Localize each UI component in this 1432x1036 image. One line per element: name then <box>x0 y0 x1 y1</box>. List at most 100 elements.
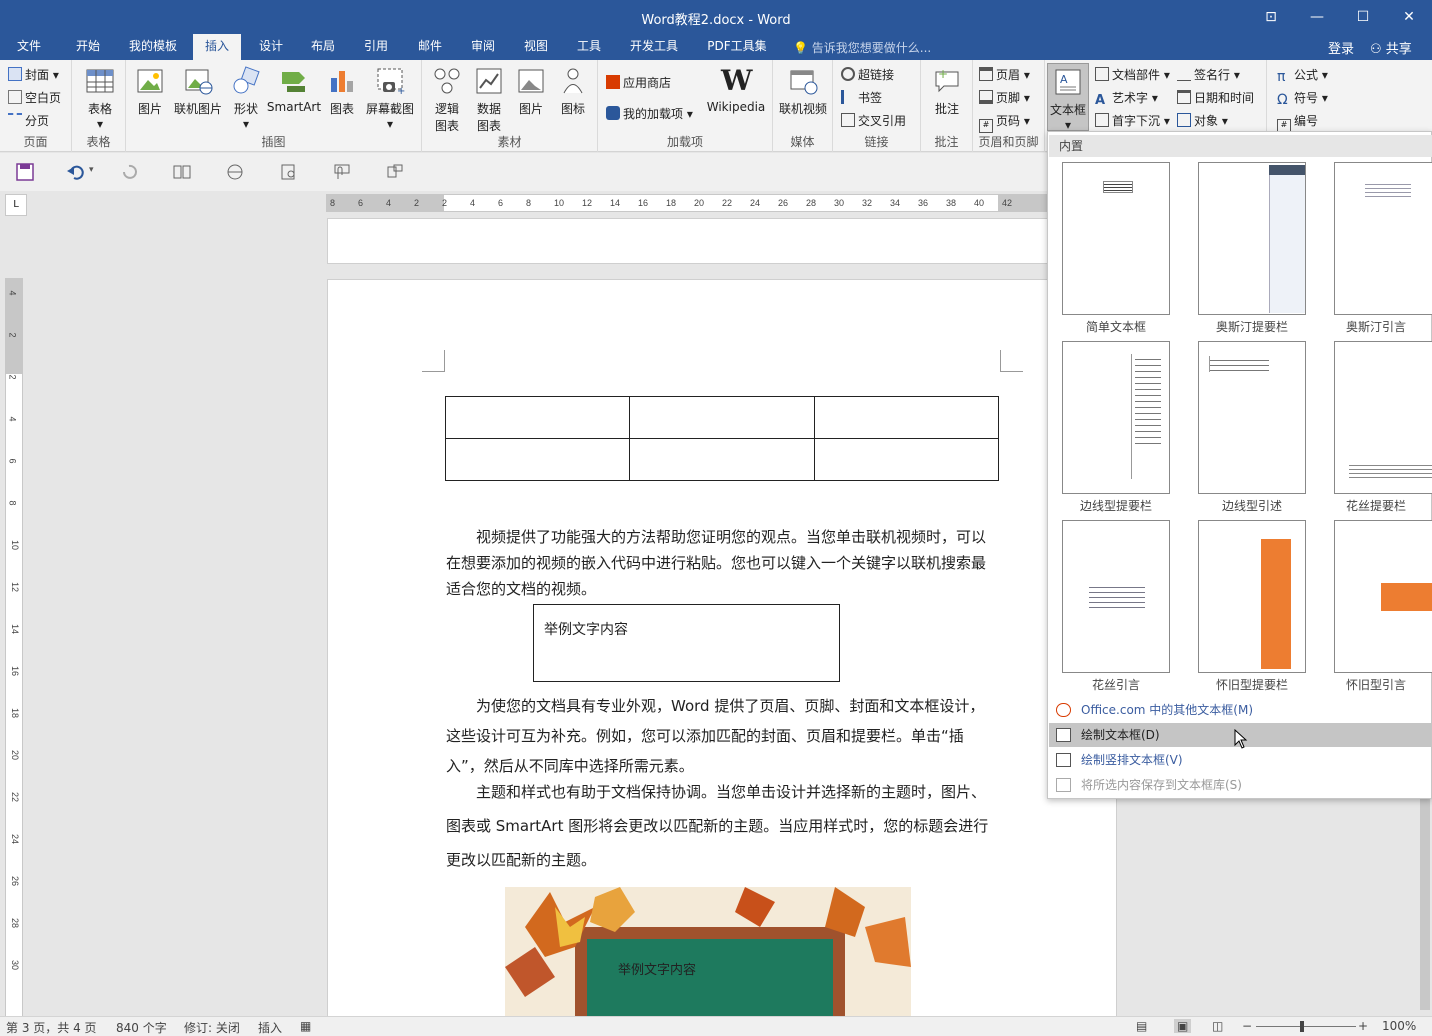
quickparts-button[interactable]: 文档部件 ▾ <box>1095 66 1170 83</box>
tab-file[interactable]: 文件 <box>6 34 52 60</box>
crossref-button[interactable]: 交叉引用 <box>841 112 906 129</box>
close-button[interactable]: ✕ <box>1386 4 1432 30</box>
paragraph-video[interactable]: 视频提供了功能强大的方法帮助您证明您的观点。当您单击联机视频时，可以在想要添加的… <box>446 524 994 602</box>
tab-developer[interactable]: 开发工具 <box>622 34 686 60</box>
gallery-item-filigree-quote[interactable] <box>1062 520 1170 673</box>
chart-button[interactable]: 图表 <box>324 66 360 117</box>
data-chart-button[interactable]: 数据图表 <box>470 66 508 134</box>
document-table[interactable] <box>444 396 1000 481</box>
table-cell[interactable] <box>444 396 631 439</box>
tab-selector[interactable]: L <box>5 194 27 216</box>
touch-mode-icon[interactable] <box>332 163 352 181</box>
gallery-item-austin-sidebar[interactable] <box>1198 162 1306 315</box>
wordart-button[interactable]: A 艺术字 ▾ <box>1095 89 1158 108</box>
word-count[interactable]: 840 个字 <box>116 1019 167 1036</box>
my-addins-button[interactable]: 我的加载项 ▾ <box>606 105 693 122</box>
insert-mode[interactable]: 插入 <box>258 1019 282 1036</box>
zoom-in-button[interactable]: + <box>1358 1019 1368 1033</box>
tab-templates[interactable]: 我的模板 <box>120 34 186 60</box>
zoom-slider-track[interactable] <box>1256 1026 1356 1027</box>
tab-pdf-tools[interactable]: PDF工具集 <box>700 34 774 60</box>
undo-icon[interactable] <box>66 163 86 181</box>
symbol-button[interactable]: Ω 符号 ▾ <box>1277 89 1328 107</box>
tab-tools[interactable]: 工具 <box>566 34 612 60</box>
track-changes-status[interactable]: 修订: 关闭 <box>184 1019 240 1036</box>
vertical-ruler[interactable] <box>5 278 23 1018</box>
page-break-button[interactable]: 分页 <box>8 112 49 129</box>
text-box[interactable]: 举例文字内容 <box>533 604 840 682</box>
logic-chart-button[interactable]: 逻辑图表 <box>428 66 466 134</box>
blank-page-button[interactable]: 空白页 <box>8 89 61 106</box>
signature-button[interactable]: 签名行 ▾ <box>1177 66 1240 83</box>
table-cell[interactable] <box>629 396 815 439</box>
paragraph-theme[interactable]: 主题和样式也有助于文档保持协调。当您单击设计并选择新的主题时，图片、图表或 Sm… <box>446 775 994 877</box>
material-picture-button[interactable]: 图片 <box>512 66 550 117</box>
table-cell[interactable] <box>629 438 815 481</box>
gallery-item-retro-quote[interactable] <box>1334 520 1432 673</box>
gallery-item-simple-textbox[interactable] <box>1062 162 1170 315</box>
autumn-leaves-picture[interactable]: 举例文字内容 <box>505 887 911 1017</box>
reading-mode-icon[interactable] <box>172 163 192 181</box>
minimize-button[interactable]: — <box>1294 4 1340 30</box>
zoom-slider-thumb[interactable] <box>1300 1021 1304 1032</box>
tab-references[interactable]: 引用 <box>353 34 399 60</box>
ribbon-display-icon[interactable]: ⊡ <box>1248 4 1294 30</box>
table-cell[interactable] <box>813 396 1000 439</box>
comment-button[interactable]: + 批注 <box>927 66 967 117</box>
save-icon[interactable] <box>15 163 35 181</box>
table-cell[interactable] <box>444 438 631 481</box>
gallery-item-filigree-sidebar[interactable] <box>1334 341 1432 494</box>
online-video-button[interactable]: 联机视频 <box>777 66 829 117</box>
share-button[interactable]: ⚇ 共享 <box>1370 38 1412 57</box>
gallery-item-retro-sidebar[interactable] <box>1198 520 1306 673</box>
print-preview-icon[interactable] <box>279 163 299 181</box>
zoom-out-button[interactable]: − <box>1242 1019 1252 1033</box>
store-button[interactable]: 应用商店 <box>606 74 671 91</box>
tab-review[interactable]: 审阅 <box>460 34 506 60</box>
tab-insert[interactable]: 插入 <box>193 34 241 60</box>
gallery-item-sideline-quote[interactable] <box>1198 341 1306 494</box>
table-button[interactable]: 表格 ▾ <box>80 66 120 131</box>
gallery-item-austin-quote[interactable] <box>1334 162 1432 315</box>
cover-button[interactable]: 封面 ▾ <box>8 66 59 83</box>
picture-button[interactable]: 图片 <box>132 66 168 117</box>
page-count[interactable]: 第 3 页，共 4 页 <box>6 1019 97 1036</box>
maximize-button[interactable]: ☐ <box>1340 4 1386 30</box>
hyperlink-button[interactable]: 超链接 <box>841 66 894 83</box>
customize-icon[interactable] <box>385 163 405 181</box>
smartart-button[interactable]: SmartArt <box>266 66 322 114</box>
shapes-button[interactable]: 形状 ▾ <box>228 66 264 131</box>
redo-icon[interactable] <box>119 163 139 181</box>
number-button[interactable]: # 编号 <box>1277 112 1318 133</box>
gallery-item-sideline-sidebar[interactable] <box>1062 341 1170 494</box>
bookmark-button[interactable]: 书签 <box>841 89 882 106</box>
textbox-button[interactable]: A 文本框 ▾ <box>1047 63 1089 132</box>
tell-me-search[interactable]: 💡 告诉我您想要做什么... <box>793 39 931 56</box>
dropcap-button[interactable]: 首字下沉 ▾ <box>1095 112 1170 129</box>
screenshot-button[interactable]: + 屏幕截图 ▾ <box>362 66 418 131</box>
print-layout-icon[interactable]: ▣ <box>1174 1019 1192 1033</box>
equation-button[interactable]: π 公式 ▾ <box>1277 66 1328 84</box>
macro-icon[interactable]: ▦ <box>300 1019 311 1033</box>
undo-dropdown-icon[interactable]: ▾ <box>89 165 94 175</box>
page-number-button[interactable]: # 页码 ▾ <box>979 112 1030 133</box>
draw-vertical-textbox[interactable]: 绘制竖排文本框(V) <box>1049 748 1432 772</box>
read-mode-icon[interactable]: ▤ <box>1136 1019 1147 1033</box>
online-picture-button[interactable]: 联机图片 <box>170 66 226 117</box>
wikipedia-button[interactable]: W Wikipedia <box>702 66 770 115</box>
icon-button[interactable]: 图标 <box>554 66 592 117</box>
zoom-level[interactable]: 100% <box>1382 1019 1416 1033</box>
web-layout-icon[interactable] <box>225 163 245 181</box>
datetime-button[interactable]: 日期和时间 <box>1177 89 1254 106</box>
tab-home[interactable]: 开始 <box>64 34 112 60</box>
header-button[interactable]: 页眉 ▾ <box>979 66 1030 83</box>
tab-mailings[interactable]: 邮件 <box>407 34 453 60</box>
table-cell[interactable] <box>813 438 1000 481</box>
web-layout-view-icon[interactable]: ◫ <box>1212 1019 1223 1033</box>
login-link[interactable]: 登录 <box>1328 38 1354 57</box>
tab-view[interactable]: 视图 <box>513 34 559 60</box>
object-button[interactable]: 对象 ▾ <box>1177 112 1228 129</box>
more-textboxes-office-com[interactable]: Office.com 中的其他文本框(M) <box>1049 698 1432 722</box>
paragraph-design[interactable]: 为使您的文档具有专业外观，Word 提供了页眉、页脚、封面和文本框设计，这些设计… <box>446 691 994 781</box>
footer-button[interactable]: 页脚 ▾ <box>979 89 1030 106</box>
